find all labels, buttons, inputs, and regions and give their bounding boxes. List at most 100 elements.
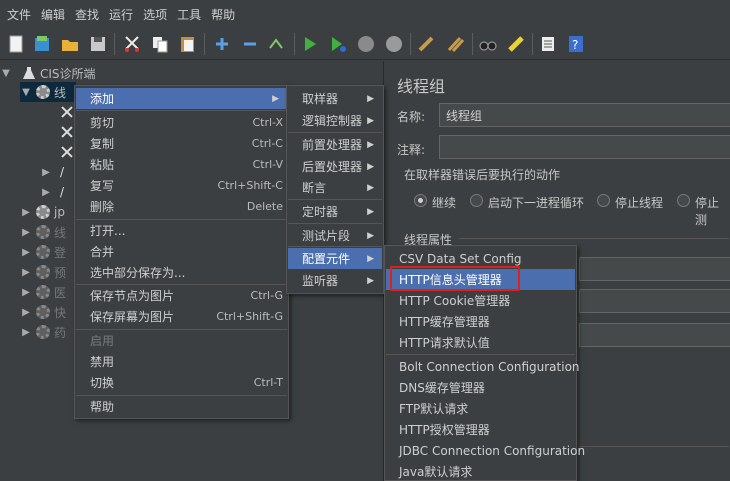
- tree-node[interactable]: ▶ 预: [20, 262, 66, 282]
- menu-item-merge[interactable]: 合并: [76, 241, 287, 262]
- tree-item[interactable]: ▶ /: [40, 182, 64, 202]
- menu-help[interactable]: 帮助: [206, 6, 240, 23]
- reset-search-icon[interactable]: [506, 34, 526, 54]
- chevron-down-icon[interactable]: ▼: [0, 68, 12, 79]
- submenu-item-logic-controller[interactable]: 逻辑控制器 ▶: [288, 110, 382, 131]
- tree-thread-group[interactable]: ▼ 线: [20, 82, 76, 102]
- paste-icon[interactable]: [178, 34, 198, 54]
- shutdown-icon[interactable]: [384, 34, 404, 54]
- config-item-ftp-request-defaults[interactable]: FTP默认请求: [386, 398, 575, 419]
- templates-icon[interactable]: [32, 34, 52, 54]
- chevron-right-icon[interactable]: ▶: [20, 307, 32, 318]
- chevron-right-icon[interactable]: ▶: [40, 167, 52, 178]
- comment-field[interactable]: [439, 135, 730, 159]
- pencil-icon: /: [60, 185, 65, 199]
- tree-node[interactable]: ▶ 医: [20, 282, 66, 302]
- menu-item-cut[interactable]: 剪切 Ctrl-X: [76, 112, 287, 133]
- submenu-item-listener[interactable]: 监听器 ▶: [288, 270, 382, 291]
- submenu-item-sampler[interactable]: 取样器 ▶: [288, 88, 382, 109]
- tree-node[interactable]: ▶ 登: [20, 242, 66, 262]
- menu-item-disable[interactable]: 禁用: [76, 351, 287, 372]
- open-icon[interactable]: [60, 34, 80, 54]
- panel-title: 线程组: [397, 77, 446, 96]
- chevron-down-icon[interactable]: ▼: [20, 87, 32, 98]
- chevron-right-icon: ▶: [367, 230, 374, 241]
- tree-node[interactable]: ▶ 线: [20, 222, 66, 242]
- function-helper-icon[interactable]: [538, 34, 558, 54]
- gear-icon: [36, 205, 50, 219]
- menu-item-add[interactable]: 添加 ▶: [76, 88, 287, 109]
- submenu-item-pre-processor[interactable]: 前置处理器 ▶: [288, 134, 382, 155]
- config-item-http-cookie-manager[interactable]: HTTP Cookie管理器: [386, 290, 575, 311]
- menu-item-open[interactable]: 打开...: [76, 220, 287, 241]
- tree-item[interactable]: ▶ /: [40, 162, 64, 182]
- menu-edit[interactable]: 编辑: [36, 6, 70, 23]
- tree-node[interactable]: ▶ 快: [20, 302, 66, 322]
- field[interactable]: [579, 257, 730, 281]
- tree-node[interactable]: ▶ jp: [20, 202, 65, 222]
- chevron-right-icon[interactable]: ▶: [20, 227, 32, 238]
- clear-icon[interactable]: [416, 34, 436, 54]
- radio-start-next-loop[interactable]: [470, 194, 483, 207]
- submenu-item-test-fragment[interactable]: 测试片段 ▶: [288, 225, 382, 246]
- chevron-right-icon: ▶: [367, 93, 374, 104]
- menu-item-duplicate[interactable]: 复写 Ctrl+Shift-C: [76, 175, 287, 196]
- clear-all-icon[interactable]: [446, 34, 466, 54]
- menu-item-save-screen-image[interactable]: 保存屏幕为图片 Ctrl+Shift-G: [76, 306, 287, 327]
- config-item-jdbc-connection[interactable]: JDBC Connection Configuration: [386, 440, 585, 461]
- field[interactable]: [579, 289, 730, 313]
- menu-item-save-node-image[interactable]: 保存节点为图片 Ctrl-G: [76, 285, 287, 306]
- submenu-item-config-element[interactable]: 配置元件 ▶: [288, 248, 382, 269]
- chevron-right-icon[interactable]: ▶: [20, 287, 32, 298]
- radio-stop-thread[interactable]: [597, 194, 610, 207]
- start-icon[interactable]: [300, 34, 320, 54]
- field[interactable]: [579, 323, 730, 347]
- gear-icon: [36, 265, 50, 279]
- chevron-right-icon[interactable]: ▶: [20, 267, 32, 278]
- menu-item-copy[interactable]: 复制 Ctrl-C: [76, 133, 287, 154]
- expand-icon[interactable]: [212, 34, 232, 54]
- menu-item-toggle[interactable]: 切换 Ctrl-T: [76, 372, 287, 393]
- config-item-http-request-defaults[interactable]: HTTP请求默认值: [386, 332, 575, 353]
- new-icon[interactable]: [6, 34, 26, 54]
- tree-root[interactable]: ▼ CIS诊所端: [0, 63, 95, 83]
- help-icon[interactable]: ?: [566, 34, 586, 54]
- menu-search[interactable]: 查找: [70, 6, 104, 23]
- menu-separator: [288, 223, 382, 224]
- cut-icon[interactable]: [122, 34, 142, 54]
- menu-separator: [288, 132, 382, 133]
- collapse-icon[interactable]: [240, 34, 260, 54]
- divider: [459, 238, 729, 239]
- chevron-right-icon[interactable]: ▶: [40, 187, 52, 198]
- chevron-right-icon[interactable]: ▶: [20, 247, 32, 258]
- submenu-item-timer[interactable]: 定时器 ▶: [288, 201, 382, 222]
- toggle-icon[interactable]: [266, 34, 286, 54]
- chevron-right-icon[interactable]: ▶: [20, 207, 32, 218]
- menu-item-paste[interactable]: 粘贴 Ctrl-V: [76, 154, 287, 175]
- submenu-item-post-processor[interactable]: 后置处理器 ▶: [288, 156, 382, 177]
- config-item-dns-cache-manager[interactable]: DNS缓存管理器: [386, 377, 575, 398]
- radio-continue[interactable]: [414, 194, 427, 207]
- menu-file[interactable]: 文件: [2, 6, 36, 23]
- radio-stop-test[interactable]: [677, 194, 690, 207]
- submenu-item-assertion[interactable]: 断言 ▶: [288, 177, 382, 198]
- menu-run[interactable]: 运行: [104, 6, 138, 23]
- search-icon[interactable]: [478, 34, 498, 54]
- save-icon[interactable]: [88, 34, 108, 54]
- chevron-right-icon[interactable]: ▶: [20, 327, 32, 338]
- menu-tools[interactable]: 工具: [172, 6, 206, 23]
- copy-icon[interactable]: [150, 34, 170, 54]
- name-field[interactable]: 线程组: [439, 103, 730, 127]
- config-item-java-request-defaults[interactable]: Java默认请求: [386, 461, 575, 481]
- tree-node[interactable]: ▶ 药: [20, 322, 66, 342]
- menu-options[interactable]: 选项: [138, 6, 172, 23]
- menu-item-save-selection[interactable]: 选中部分保存为...: [76, 262, 287, 283]
- config-item-bolt-connection[interactable]: Bolt Connection Configuration: [386, 356, 580, 377]
- menu-item-delete[interactable]: 删除 Delete: [76, 196, 287, 217]
- comment-label: 注释:: [397, 143, 426, 157]
- menu-item-help[interactable]: 帮助: [76, 396, 287, 417]
- stop-icon[interactable]: [356, 34, 376, 54]
- config-item-http-auth-manager[interactable]: HTTP授权管理器: [386, 419, 575, 440]
- config-item-http-cache-manager[interactable]: HTTP缓存管理器: [386, 311, 575, 332]
- start-no-pause-icon[interactable]: [328, 34, 348, 54]
